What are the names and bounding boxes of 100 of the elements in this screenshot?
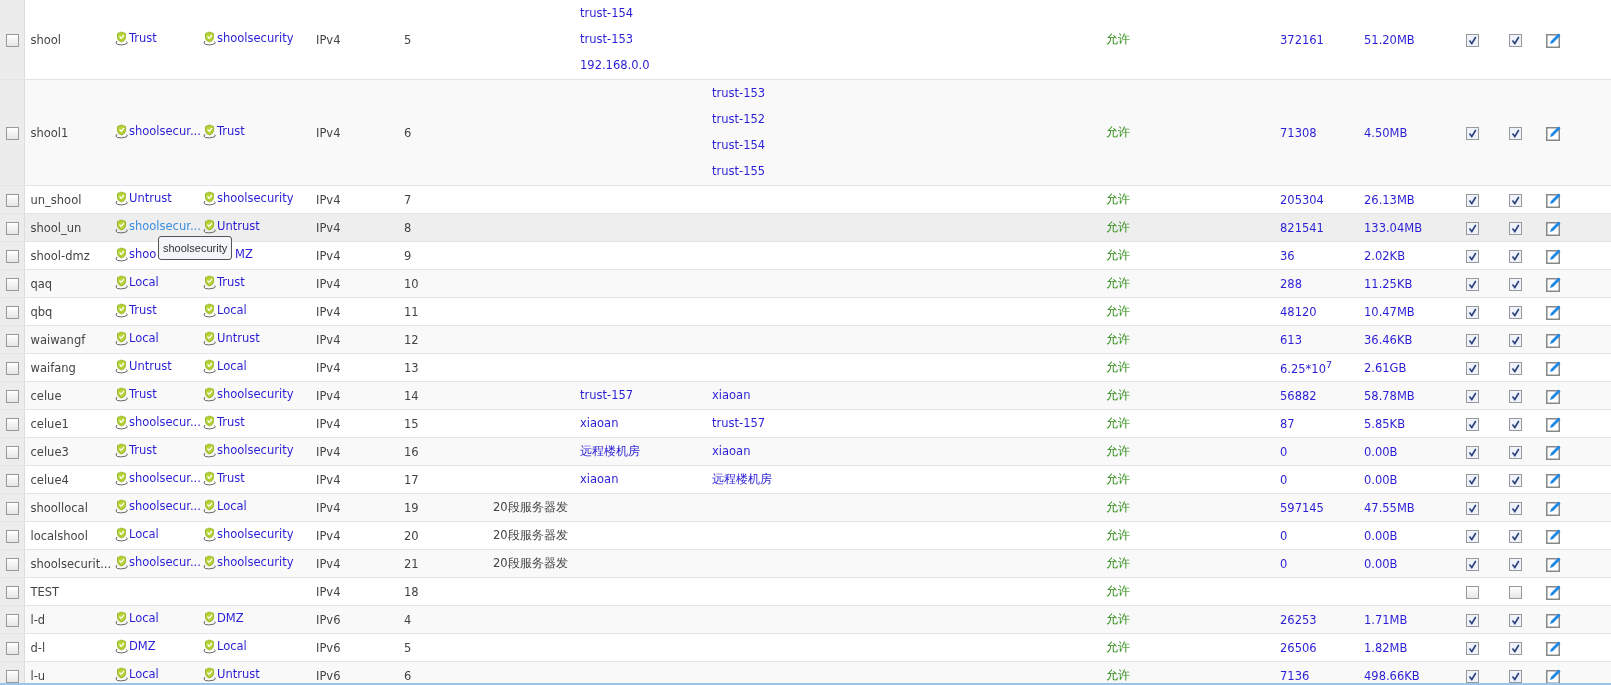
zone-link[interactable]: Local (217, 359, 247, 373)
checkbox[interactable] (6, 249, 19, 263)
zone-link[interactable]: Trust (217, 124, 245, 138)
address-link[interactable]: xiaoan (580, 466, 619, 492)
edit-icon[interactable] (1546, 275, 1562, 292)
zone-link[interactable]: Local (217, 303, 247, 317)
address-link[interactable]: trust-155 (712, 158, 766, 184)
edit-icon[interactable] (1546, 555, 1562, 572)
edit-icon[interactable] (1546, 31, 1562, 48)
checkbox[interactable] (6, 305, 19, 319)
hit-count[interactable]: 26506 (1280, 640, 1317, 655)
zone-link[interactable]: Untrust (217, 331, 260, 345)
checkbox[interactable] (1466, 473, 1479, 487)
checkbox[interactable] (1466, 529, 1479, 543)
edit-icon[interactable] (1546, 247, 1562, 264)
hit-count[interactable]: 288 (1280, 276, 1302, 291)
zone-link[interactable]: Trust (129, 443, 157, 457)
edit-icon[interactable] (1546, 499, 1562, 516)
zone-link[interactable]: Local (129, 331, 159, 345)
checkbox[interactable] (1509, 445, 1522, 459)
hit-count[interactable]: 6.25*10$^{7}$ (1280, 361, 1333, 376)
checkbox[interactable] (1509, 33, 1522, 47)
checkbox[interactable] (1509, 249, 1522, 263)
edit-icon[interactable] (1546, 583, 1562, 600)
checkbox[interactable] (1509, 529, 1522, 543)
byte-count[interactable]: 51.20MB (1364, 32, 1415, 47)
address-link[interactable]: xiaoan (580, 410, 619, 436)
zone-link[interactable]: Untrust (129, 359, 172, 373)
checkbox[interactable] (6, 529, 19, 543)
byte-count[interactable]: 10.47MB (1364, 304, 1415, 319)
checkbox[interactable] (1509, 613, 1522, 627)
checkbox[interactable] (6, 501, 19, 515)
address-link[interactable]: trust-152 (712, 106, 766, 132)
zone-link[interactable]: Untrust (129, 191, 172, 205)
address-link[interactable]: trust-153 (580, 26, 634, 52)
hit-count[interactable]: 0 (1280, 472, 1288, 487)
checkbox[interactable] (1466, 361, 1479, 375)
checkbox[interactable] (6, 333, 19, 347)
checkbox[interactable] (1509, 126, 1522, 140)
hit-count[interactable]: 613 (1280, 332, 1302, 347)
byte-count[interactable]: 0.00B (1364, 444, 1398, 459)
checkbox[interactable] (1509, 473, 1522, 487)
address-link[interactable]: xiaoan (712, 382, 751, 408)
hit-count[interactable]: 0 (1280, 444, 1288, 459)
checkbox[interactable] (1509, 417, 1522, 431)
zone-link[interactable]: DMZ (129, 639, 156, 653)
address-link[interactable]: trust-154 (712, 132, 766, 158)
checkbox[interactable] (1509, 305, 1522, 319)
checkbox[interactable] (1509, 557, 1522, 571)
checkbox[interactable] (6, 445, 19, 459)
checkbox[interactable] (1466, 193, 1479, 207)
zone-link[interactable]: Local (129, 611, 159, 625)
edit-icon[interactable] (1546, 443, 1562, 460)
edit-icon[interactable] (1546, 611, 1562, 628)
byte-count[interactable]: 0.00B (1364, 528, 1398, 543)
byte-count[interactable]: 2.61GB (1364, 360, 1407, 375)
zone-link[interactable]: shoolsecurity (217, 191, 294, 205)
checkbox[interactable] (1466, 126, 1479, 140)
address-link[interactable]: trust-157 (712, 410, 766, 436)
checkbox[interactable] (6, 473, 19, 487)
checkbox[interactable] (1466, 277, 1479, 291)
hit-count[interactable]: 372161 (1280, 32, 1324, 47)
zone-link[interactable]: Local (129, 275, 159, 289)
checkbox[interactable] (1466, 641, 1479, 655)
zone-link[interactable]: shoolsecur... (129, 124, 201, 138)
checkbox[interactable] (6, 389, 19, 403)
zone-link[interactable]: shoolsecur... (129, 471, 201, 485)
byte-count[interactable]: 5.85KB (1364, 416, 1406, 431)
checkbox[interactable] (6, 417, 19, 431)
zone-link[interactable]: Untrust (217, 219, 260, 233)
checkbox[interactable] (1466, 501, 1479, 515)
zone-link[interactable]: Trust (129, 303, 157, 317)
edit-icon[interactable] (1546, 415, 1562, 432)
checkbox[interactable] (1509, 389, 1522, 403)
checkbox[interactable] (1466, 33, 1479, 47)
checkbox[interactable] (1509, 361, 1522, 375)
checkbox[interactable] (1509, 585, 1522, 599)
edit-icon[interactable] (1546, 527, 1562, 544)
checkbox[interactable] (1509, 501, 1522, 515)
edit-icon[interactable] (1546, 124, 1562, 141)
checkbox[interactable] (6, 126, 19, 140)
zone-link[interactable]: shoolsecurity (217, 31, 294, 45)
checkbox[interactable] (1509, 193, 1522, 207)
checkbox[interactable] (1509, 669, 1522, 683)
zone-link[interactable]: Local (217, 499, 247, 513)
byte-count[interactable]: 2.02KB (1364, 248, 1406, 263)
checkbox[interactable] (1466, 333, 1479, 347)
zone-link[interactable]: shoolsecurity (217, 527, 294, 541)
checkbox[interactable] (6, 557, 19, 571)
edit-icon[interactable] (1546, 387, 1562, 404)
checkbox[interactable] (6, 669, 19, 683)
zone-link[interactable]: Trust (217, 275, 245, 289)
zone-link[interactable]: DMZ (217, 611, 244, 625)
address-link[interactable]: 远程楼机房 (712, 466, 772, 492)
edit-icon[interactable] (1546, 219, 1562, 236)
byte-count[interactable]: 0.00B (1364, 556, 1398, 571)
edit-icon[interactable] (1546, 191, 1562, 208)
edit-icon[interactable] (1546, 471, 1562, 488)
zone-link[interactable]: Local (217, 639, 247, 653)
checkbox[interactable] (1466, 557, 1479, 571)
